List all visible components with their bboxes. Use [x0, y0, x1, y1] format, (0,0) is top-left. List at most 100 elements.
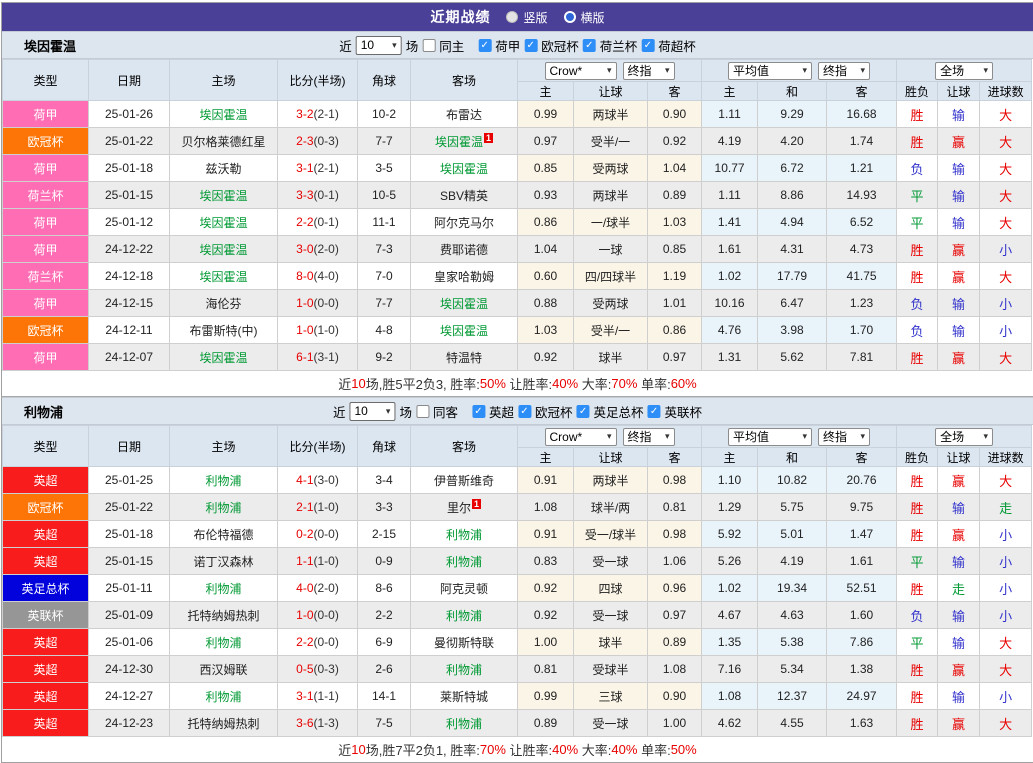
match-row: 荷甲24-12-15海伦芬1-0(0-0)7-7埃因霍温0.88受两球1.011…	[3, 290, 1032, 317]
same-venue-checkbox[interactable]	[422, 39, 435, 52]
league-checkbox[interactable]: ✓	[577, 405, 590, 418]
euro-odds-time-select[interactable]: 终指▾	[818, 62, 870, 80]
col-header-euro-home: 主	[702, 448, 758, 467]
asian-odds-group-header: Crow*▾ 终指▾	[518, 60, 702, 82]
asian-away-odds: 0.92	[648, 128, 702, 155]
euro-home-odds: 1.61	[702, 236, 758, 263]
fulltime-score: 3-3	[296, 188, 313, 202]
halftime-score: (3-1)	[314, 350, 339, 364]
league-checkbox[interactable]: ✓	[518, 405, 531, 418]
asian-home-odds: 0.93	[518, 182, 574, 209]
fulltime-score: 2-1	[296, 500, 313, 514]
league-checkbox[interactable]: ✓	[583, 39, 596, 52]
asian-home-odds: 0.60	[518, 263, 574, 290]
league-checkbox[interactable]: ✓	[478, 39, 491, 52]
asian-home-odds: 0.92	[518, 575, 574, 602]
layout-option-vertical[interactable]: 竖版	[506, 9, 547, 26]
match-date: 24-12-27	[89, 683, 170, 710]
euro-odds-source-select-value: 平均值	[733, 62, 769, 79]
layout-option-horizontal[interactable]: 横版	[564, 9, 605, 26]
home-team: 利物浦	[170, 467, 278, 494]
asian-odds-source-select[interactable]: Crow*▾	[545, 62, 617, 80]
home-team-name: 西汉姆联	[199, 663, 247, 677]
result-wdl: 胜	[897, 710, 938, 737]
chevron-down-icon: ▾	[607, 66, 612, 75]
fulltime-score: 1-0	[296, 296, 313, 310]
halftime-score: (2-1)	[314, 161, 339, 175]
euro-odds-source-select[interactable]: 平均值▾	[728, 428, 812, 446]
euro-odds-time-select[interactable]: 终指▾	[818, 428, 870, 446]
euro-draw-odds: 3.98	[758, 317, 827, 344]
asian-home-odds: 1.08	[518, 494, 574, 521]
match-row: 英超24-12-23托特纳姆热刺3-6(1-3)7-5利物浦0.89受一球1.0…	[3, 710, 1032, 737]
scope-select[interactable]: 全场▾	[935, 62, 993, 80]
asian-odds-time-select-value: 终指	[628, 428, 652, 445]
asian-away-odds: 0.89	[648, 629, 702, 656]
asian-handicap: 一球	[574, 236, 648, 263]
away-team: 莱斯特城	[411, 683, 518, 710]
asian-odds-time-select[interactable]: 终指▾	[623, 62, 675, 80]
same-venue-checkbox[interactable]	[416, 405, 429, 418]
near-label: 近	[339, 36, 352, 55]
asian-handicap: 两球半	[574, 101, 648, 128]
euro-home-odds: 1.08	[702, 683, 758, 710]
chevron-down-icon: ▾	[861, 432, 866, 441]
asian-odds-source-select[interactable]: Crow*▾	[545, 428, 617, 446]
asian-home-odds: 1.04	[518, 236, 574, 263]
radio-selected-icon[interactable]	[564, 11, 576, 23]
result-wdl: 负	[897, 602, 938, 629]
col-header-euro-away: 客	[827, 82, 897, 101]
asian-odds-time-select[interactable]: 终指▾	[623, 428, 675, 446]
score: 2-3(0-3)	[278, 128, 358, 155]
league-checkbox[interactable]: ✓	[641, 39, 654, 52]
away-team-name: 皇家哈勒姆	[434, 270, 494, 284]
radio-icon[interactable]	[506, 11, 518, 23]
home-team-name: 埃因霍温	[199, 243, 247, 257]
away-team: 利物浦	[411, 710, 518, 737]
match-row: 荷兰杯24-12-18埃因霍温8-0(4-0)7-0皇家哈勒姆0.60四/四球半…	[3, 263, 1032, 290]
col-header-score: 比分(半场)	[278, 60, 358, 101]
asian-handicap: 受两球	[574, 155, 648, 182]
asian-away-odds: 0.89	[648, 182, 702, 209]
col-header-date: 日期	[89, 60, 170, 101]
match-count-select[interactable]: 10▾	[356, 36, 402, 55]
match-date: 24-12-30	[89, 656, 170, 683]
score: 3-6(1-3)	[278, 710, 358, 737]
halftime-score: (0-3)	[314, 662, 339, 676]
results-table: 类型日期主场比分(半场)角球客场Crow*▾终指▾平均值▾终指▾全场▾主让球客主…	[2, 59, 1032, 371]
home-team-name: 利物浦	[205, 474, 241, 488]
halftime-score: (0-3)	[314, 134, 339, 148]
league-checkbox[interactable]: ✓	[648, 405, 661, 418]
col-header-corner: 角球	[358, 426, 411, 467]
league-badge: 欧冠杯	[3, 317, 89, 344]
col-header-corner: 角球	[358, 60, 411, 101]
corner-score: 6-9	[358, 629, 411, 656]
match-count-select[interactable]: 10▾	[349, 402, 395, 421]
asian-home-odds: 0.92	[518, 602, 574, 629]
result-wdl: 负	[897, 317, 938, 344]
euro-draw-odds: 19.34	[758, 575, 827, 602]
team-section: 利物浦近10▾场同客✓英超✓欧冠杯✓英足总杯✓英联杯类型日期主场比分(半场)角球…	[2, 397, 1033, 762]
league-checkbox[interactable]: ✓	[524, 39, 537, 52]
asian-home-odds: 0.99	[518, 101, 574, 128]
euro-away-odds: 4.73	[827, 236, 897, 263]
away-team: 皇家哈勒姆	[411, 263, 518, 290]
away-team-name: 布雷达	[446, 108, 482, 122]
filter-bar: 近10▾场同客✓英超✓欧冠杯✓英足总杯✓英联杯	[333, 398, 702, 424]
league-badge: 英超	[3, 710, 89, 737]
home-team: 埃因霍温	[170, 209, 278, 236]
match-row: 欧冠杯25-01-22贝尔格莱德红星2-3(0-3)7-7埃因霍温10.97受半…	[3, 128, 1032, 155]
asian-away-odds: 0.98	[648, 521, 702, 548]
euro-draw-odds: 4.19	[758, 548, 827, 575]
away-team: 埃因霍温	[411, 317, 518, 344]
summary-segment: 40%	[552, 742, 578, 757]
fulltime-score: 1-0	[296, 608, 313, 622]
scope-select[interactable]: 全场▾	[935, 428, 993, 446]
euro-away-odds: 41.75	[827, 263, 897, 290]
euro-home-odds: 1.31	[702, 344, 758, 371]
euro-home-odds: 1.10	[702, 467, 758, 494]
euro-odds-source-select[interactable]: 平均值▾	[728, 62, 812, 80]
col-header-result-wdl: 胜负	[897, 448, 938, 467]
league-filter-label: 欧冠杯	[541, 36, 579, 55]
league-checkbox[interactable]: ✓	[472, 405, 485, 418]
